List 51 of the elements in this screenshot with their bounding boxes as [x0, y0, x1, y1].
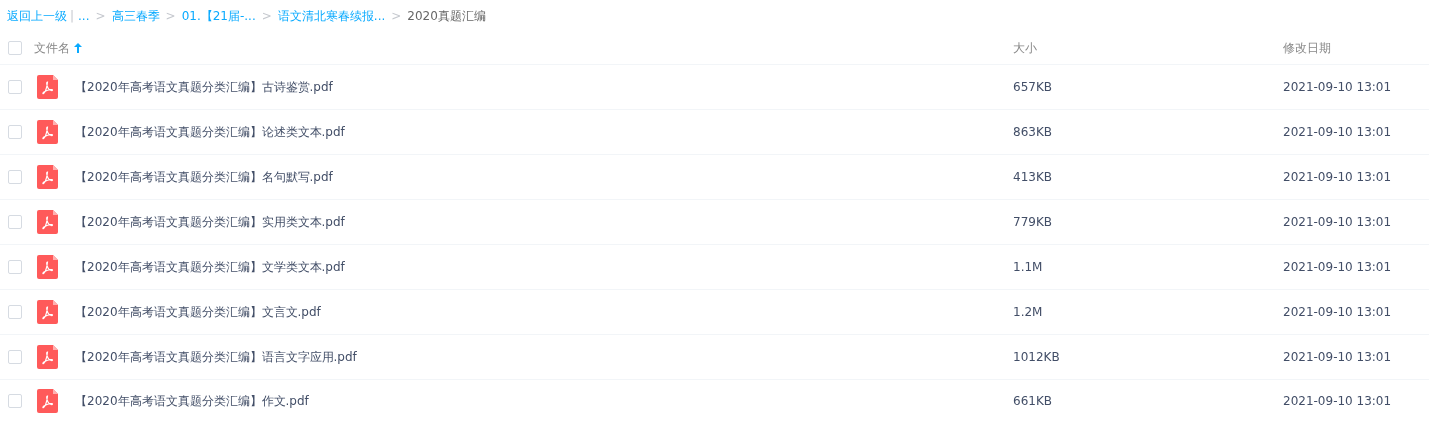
file-name[interactable]: 【2020年高考语文真题分类汇编】名句默写.pdf	[75, 170, 333, 184]
file-name[interactable]: 【2020年高考语文真题分类汇编】论述类文本.pdf	[75, 125, 345, 139]
checkbox[interactable]	[8, 215, 22, 229]
pdf-file-icon	[37, 120, 58, 144]
file-name[interactable]: 【2020年高考语文真题分类汇编】文言文.pdf	[75, 305, 321, 319]
pdf-file-icon	[37, 255, 58, 279]
file-size: 1012KB	[1013, 350, 1060, 364]
column-header[interactable]: 大小	[1013, 41, 1037, 55]
file-name[interactable]: 【2020年高考语文真题分类汇编】作文.pdf	[75, 393, 309, 408]
checkbox[interactable]	[8, 305, 22, 319]
modified-date: 2021-09-10 13:01	[1283, 260, 1392, 274]
modified-date: 2021-09-10 13:01	[1283, 80, 1392, 94]
modified-date: 2021-09-10 13:01	[1283, 170, 1392, 184]
file-size: 863KB	[1013, 125, 1052, 139]
column-header[interactable]: 文件名	[34, 39, 70, 57]
file-size: 779KB	[1013, 215, 1052, 229]
file-size: 661KB	[1013, 393, 1052, 408]
modified-date: 2021-09-10 13:01	[1283, 350, 1392, 364]
breadcrumb-divider: |	[70, 8, 75, 25]
checkbox[interactable]	[8, 80, 22, 94]
breadcrumb-separator: >	[391, 8, 402, 25]
modified-date: 2021-09-10 13:01	[1283, 125, 1392, 139]
file-name[interactable]: 【2020年高考语文真题分类汇编】语言文字应用.pdf	[75, 350, 357, 364]
checkbox[interactable]	[8, 41, 22, 55]
file-name[interactable]: 【2020年高考语文真题分类汇编】文学类文本.pdf	[75, 260, 345, 274]
modified-date: 2021-09-10 13:01	[1283, 215, 1392, 229]
breadcrumb-current: 2020真题汇编	[407, 8, 486, 25]
file-size: 1.2M	[1013, 305, 1043, 319]
pdf-file-icon	[37, 388, 58, 413]
column-header[interactable]: 修改日期	[1283, 41, 1331, 55]
sort-ascending-icon[interactable]	[74, 43, 82, 53]
file-name[interactable]: 【2020年高考语文真题分类汇编】古诗鉴赏.pdf	[75, 80, 333, 94]
breadcrumb-separator: >	[95, 8, 106, 25]
breadcrumb-separator: >	[261, 8, 272, 25]
pdf-file-icon	[37, 75, 58, 99]
pdf-file-icon	[37, 345, 58, 369]
checkbox[interactable]	[8, 393, 22, 408]
checkbox[interactable]	[8, 125, 22, 139]
modified-date: 2021-09-10 13:01	[1283, 305, 1392, 319]
pdf-file-icon	[37, 300, 58, 324]
file-name[interactable]: 【2020年高考语文真题分类汇编】实用类文本.pdf	[75, 215, 345, 229]
checkbox[interactable]	[8, 350, 22, 364]
file-size: 413KB	[1013, 170, 1052, 184]
checkbox[interactable]	[8, 260, 22, 274]
file-size: 657KB	[1013, 80, 1052, 94]
pdf-file-icon	[37, 210, 58, 234]
file-size: 1.1M	[1013, 260, 1043, 274]
pdf-file-icon	[37, 165, 58, 189]
modified-date: 2021-09-10 13:01	[1283, 393, 1392, 408]
checkbox[interactable]	[8, 170, 22, 184]
breadcrumb-separator: >	[165, 8, 176, 25]
